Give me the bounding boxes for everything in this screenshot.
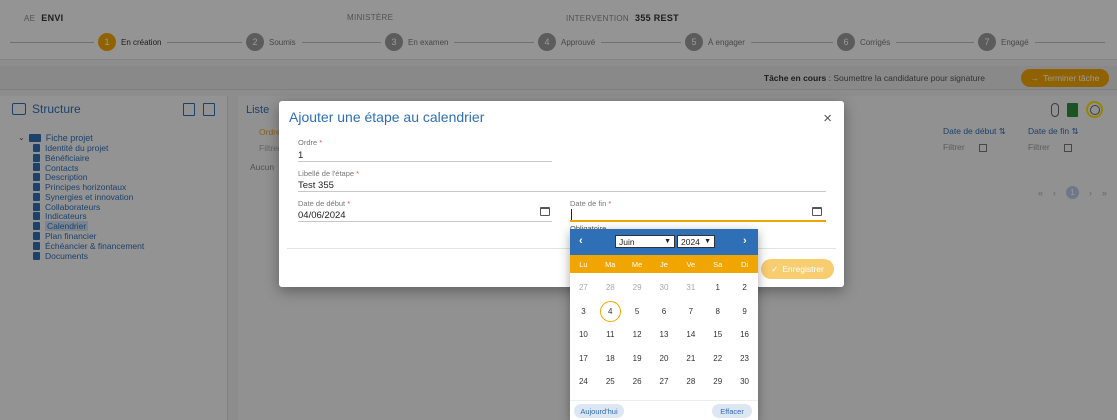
ordre-underline	[298, 161, 552, 162]
day-grid: 27 28 29 30 31 1 2 3 4 5 6 7 8 9 10 11 12 13 14 15 16 17 18 19 2…	[570, 276, 758, 394]
day-cell[interactable]: 19	[624, 347, 651, 371]
day-cell[interactable]: 25	[597, 370, 624, 394]
dialog-title: Ajouter une étape au calendrier	[289, 109, 485, 125]
day-cell[interactable]: 27	[651, 370, 678, 394]
day-cell[interactable]: 15	[704, 323, 731, 347]
day-cell[interactable]: 18	[597, 347, 624, 371]
prev-month-icon[interactable]: ‹	[579, 235, 583, 247]
calendar-icon[interactable]	[540, 207, 550, 216]
day-cell[interactable]: 30	[731, 370, 758, 394]
day-cell[interactable]: 22	[704, 347, 731, 371]
month-select[interactable]: Juin ▼	[615, 235, 675, 248]
day-cell[interactable]: 27	[570, 276, 597, 300]
weekday-label: Lu	[579, 259, 588, 269]
date-fin-underline	[570, 220, 826, 222]
day-cell[interactable]: 1	[704, 276, 731, 300]
day-cell[interactable]: 11	[597, 323, 624, 347]
weekday-label: Me	[631, 259, 643, 269]
chevron-down-icon: ▼	[704, 238, 711, 245]
day-cell[interactable]: 29	[624, 276, 651, 300]
day-cell[interactable]: 6	[651, 300, 678, 324]
day-cell[interactable]: 5	[624, 300, 651, 324]
day-cell[interactable]: 28	[597, 276, 624, 300]
weekday-label: Ve	[686, 259, 696, 269]
save-button[interactable]: ✓ Enregistrer	[761, 259, 834, 279]
date-debut-field[interactable]: 04/06/2024	[298, 210, 346, 221]
close-icon[interactable]: ×	[823, 111, 832, 126]
libelle-field[interactable]: Test 355	[298, 180, 334, 191]
day-cell[interactable]: 14	[677, 323, 704, 347]
calendar-icon[interactable]	[812, 207, 822, 216]
date-fin-label: Date de fin *	[570, 199, 612, 208]
day-cell[interactable]: 12	[624, 323, 651, 347]
weekday-label: Sa	[713, 259, 723, 269]
datepicker-popup: ‹ Juin ▼ 2024 ▼ › Lu Ma Me Je Ve Sa Di 27 28 29 30 3…	[570, 229, 758, 420]
weekday-label: Di	[741, 259, 749, 269]
chevron-down-icon: ▼	[664, 238, 671, 245]
day-cell[interactable]: 28	[677, 370, 704, 394]
libelle-underline	[298, 191, 826, 192]
weekday-label: Ma	[605, 259, 616, 269]
libelle-label: Libellé de l'étape *	[298, 169, 360, 178]
day-cell[interactable]: 31	[677, 276, 704, 300]
day-cell[interactable]: 2	[731, 276, 758, 300]
day-cell[interactable]: 24	[570, 370, 597, 394]
day-cell[interactable]: 7	[677, 300, 704, 324]
today-button[interactable]: Aujourd'hui	[574, 404, 624, 418]
day-cell[interactable]: 16	[731, 323, 758, 347]
weekday-header: Lu Ma Me Je Ve Sa Di	[570, 255, 758, 273]
day-cell[interactable]: 20	[651, 347, 678, 371]
day-cell-today[interactable]: 4	[597, 300, 624, 324]
day-cell[interactable]: 21	[677, 347, 704, 371]
day-cell[interactable]: 29	[704, 370, 731, 394]
day-cell[interactable]: 17	[570, 347, 597, 371]
ordre-label: Ordre *	[298, 138, 323, 147]
day-cell[interactable]: 8	[704, 300, 731, 324]
date-debut-label: Date de début *	[298, 199, 351, 208]
date-debut-underline	[298, 221, 552, 222]
day-cell[interactable]: 26	[624, 370, 651, 394]
day-cell[interactable]: 10	[570, 323, 597, 347]
text-caret	[571, 209, 572, 220]
day-cell[interactable]: 3	[570, 300, 597, 324]
check-icon: ✓	[771, 263, 779, 274]
next-month-icon[interactable]: ›	[743, 235, 747, 247]
datepicker-header: ‹ Juin ▼ 2024 ▼ ›	[570, 229, 758, 255]
datepicker-footer: Aujourd'hui Effacer	[570, 400, 758, 420]
clear-button[interactable]: Effacer	[712, 404, 752, 418]
add-step-dialog: Ajouter une étape au calendrier × Ordre …	[279, 101, 844, 287]
day-cell[interactable]: 9	[731, 300, 758, 324]
day-cell[interactable]: 13	[651, 323, 678, 347]
day-cell[interactable]: 23	[731, 347, 758, 371]
day-cell[interactable]: 30	[651, 276, 678, 300]
year-select[interactable]: 2024 ▼	[677, 235, 715, 248]
today-ring: 4	[599, 300, 621, 322]
ordre-field[interactable]: 1	[298, 150, 303, 161]
weekday-label: Je	[660, 259, 668, 269]
